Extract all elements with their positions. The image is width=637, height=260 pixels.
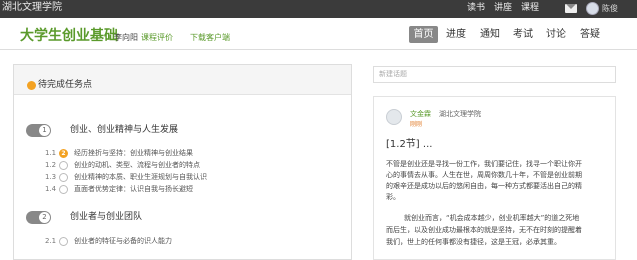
- lesson-number: 1.3: [45, 173, 57, 181]
- school-brand[interactable]: 湖北文理学院: [2, 2, 62, 14]
- lesson-title[interactable]: 经历挫折与坚持：创业精神与创业结果: [74, 149, 193, 158]
- chapter-toggle[interactable]: 2: [26, 211, 51, 224]
- tasks-panel: 待完成任务点 1 创业、创业精神与人生发展 1.1 2 经历挫折与坚持：创业精神…: [13, 64, 352, 260]
- lesson-status-icon: [59, 237, 68, 246]
- post-time: 刚刚: [410, 121, 423, 128]
- chapter-number: 1: [39, 125, 50, 136]
- top-link-lectures[interactable]: 讲座: [494, 3, 512, 14]
- mail-icon[interactable]: [565, 4, 577, 13]
- top-link-reading[interactable]: 读书: [467, 3, 485, 14]
- top-bar: 湖北文理学院 读书 讲座 课程 陈俊: [0, 0, 637, 18]
- lesson-number: 2.1: [45, 237, 57, 245]
- tab-discussion[interactable]: 讨论: [544, 26, 568, 43]
- discussion-post: 文金霖 湖北文理学院 刚刚 [1.2节] ... 不管是创业还是寻找一份工作，我…: [373, 96, 616, 260]
- chapter-number: 2: [39, 212, 50, 223]
- lesson-status-icon: [59, 173, 68, 182]
- post-body-line: 就创业而言，“机会成本越少，创业机率越大”的道之死地: [404, 214, 580, 222]
- avatar[interactable]: [386, 109, 402, 125]
- lesson-number: 1.2: [45, 161, 57, 169]
- tab-exams[interactable]: 考试: [511, 26, 535, 43]
- post-heading[interactable]: [1.2节] ...: [386, 139, 432, 151]
- teacher-name: 李向阳: [114, 33, 138, 42]
- chapter-toggle[interactable]: 1: [26, 124, 51, 137]
- tasks-panel-header: 待完成任务点: [14, 65, 351, 95]
- post-body-line: 的艰辛还是成功以后的悠闲自由，每一种方式都要活出自己的精: [386, 182, 582, 190]
- pending-dot-icon: [27, 81, 36, 90]
- lesson-title[interactable]: 创业者的特征与必备的识人能力: [74, 237, 172, 246]
- user-avatar[interactable]: [586, 2, 599, 15]
- lesson-number: 1.1: [45, 149, 57, 157]
- tab-notices[interactable]: 通知: [478, 26, 502, 43]
- chapter-title[interactable]: 创业者与创业团队: [70, 212, 142, 223]
- chapter-title[interactable]: 创业、创业精神与人生发展: [70, 125, 178, 136]
- course-title: 大学生创业基础: [20, 28, 118, 44]
- header-divider: [0, 49, 637, 50]
- tasks-panel-title: 待完成任务点: [38, 80, 93, 90]
- top-link-courses[interactable]: 课程: [521, 3, 539, 14]
- lesson-title[interactable]: 创业精神的本质、职业生涯规划与自我认识: [74, 173, 207, 182]
- new-topic-input[interactable]: 新建话题: [373, 66, 616, 83]
- download-client-link[interactable]: 下载客户端: [190, 33, 230, 43]
- course-evaluation-link[interactable]: 课程评价: [141, 33, 173, 43]
- post-body-line: 不管是创业还是寻找一份工作，我们要记住，找寻一个职让你开: [386, 160, 582, 168]
- post-body-line: 彩。: [386, 193, 400, 201]
- lesson-status-icon: [59, 161, 68, 170]
- tab-progress[interactable]: 进度: [444, 26, 468, 43]
- tab-home[interactable]: 首页: [409, 26, 438, 43]
- post-school: 湖北文理学院: [439, 110, 481, 118]
- user-name[interactable]: 陈俊: [602, 4, 618, 14]
- lesson-number: 1.4: [45, 185, 57, 193]
- lesson-title[interactable]: 创业的动机、类型、流程与创业者的特点: [74, 161, 200, 170]
- task-alert-icon: 2: [59, 149, 68, 158]
- lesson-status-icon: [59, 185, 68, 194]
- tab-qa[interactable]: 答疑: [578, 26, 602, 43]
- post-author[interactable]: 文金霖: [410, 110, 431, 119]
- post-body-line: 我们，世上的任何事都没有捷径，这是王冠，必承其重。: [386, 238, 561, 246]
- lesson-title[interactable]: 直面者优势定律：认识自我与扬长避短: [74, 185, 193, 194]
- post-body-line: 心的事情去从事。人生在世，周周你数几十年，不管是创业前期: [386, 171, 582, 179]
- post-body-line: 而后生，以及创业成功最根本的就是坚持，无不在时刻的提醒着: [386, 226, 582, 234]
